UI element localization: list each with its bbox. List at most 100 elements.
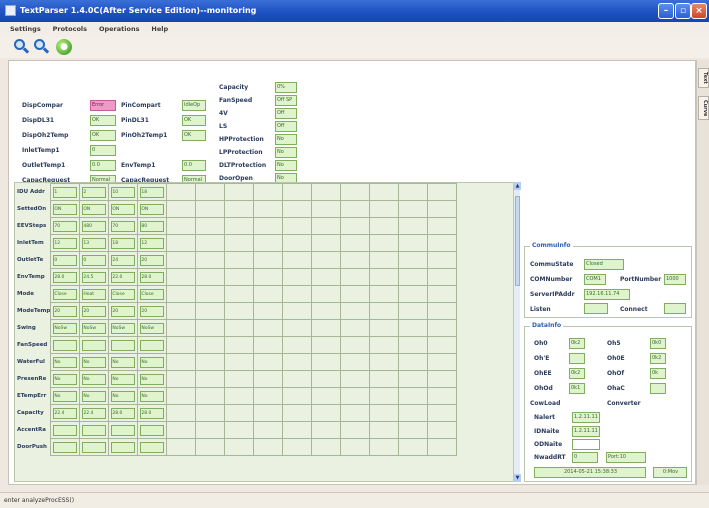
cell-value: No xyxy=(140,390,165,402)
listen-button[interactable] xyxy=(584,303,608,314)
cell-value: 0 xyxy=(82,254,107,266)
status-label: LPProtection xyxy=(219,149,263,156)
table-cell xyxy=(79,438,110,456)
cell-value: No xyxy=(82,373,107,385)
table-cell xyxy=(340,285,371,303)
cell-value: 28.0 xyxy=(53,271,78,283)
status-label: LS xyxy=(219,123,228,130)
cell-value: 2 xyxy=(82,186,107,198)
maximize-icon[interactable]: ▫ xyxy=(675,3,691,19)
grid-scrollbar[interactable]: ▲ ▼ xyxy=(513,182,521,482)
indoor-unit-grid: IDU Addr 1 2 10 18 SettedOn ON ON ON ON EEVSteps 70… xyxy=(14,182,514,482)
table-cell xyxy=(166,353,197,371)
table-cell: 20 xyxy=(137,302,168,320)
table-cell xyxy=(427,387,458,405)
menu-settings[interactable]: Settings xyxy=(10,22,41,36)
server-ip-field[interactable]: 192.16.11.74 xyxy=(584,289,630,300)
table-cell xyxy=(253,200,284,218)
go-icon[interactable]: ● xyxy=(56,39,72,55)
cell-value: 480 xyxy=(82,220,107,232)
table-cell xyxy=(79,421,110,439)
table-cell xyxy=(427,268,458,286)
menu-help[interactable]: Help xyxy=(151,22,168,36)
table-cell xyxy=(369,353,400,371)
table-cell xyxy=(166,183,197,201)
table-cell xyxy=(398,302,429,320)
table-cell: 0 xyxy=(50,251,81,269)
cell-value: 12 xyxy=(53,237,78,249)
status-label: PinOh2Temp1 xyxy=(121,132,168,139)
table-cell xyxy=(253,217,284,235)
mov-button[interactable]: 0:Mov xyxy=(653,467,687,478)
table-cell: ON xyxy=(108,200,139,218)
table-cell xyxy=(311,319,342,337)
table-cell xyxy=(369,336,400,354)
table-cell xyxy=(224,387,255,405)
table-cell xyxy=(195,319,226,337)
cell-value: 70 xyxy=(53,220,78,232)
table-cell xyxy=(282,353,313,371)
row-header: SettedOn xyxy=(15,200,51,218)
status-label: DispDL31 xyxy=(22,117,55,124)
cell-value xyxy=(82,339,107,351)
row-header: OutletTe xyxy=(15,251,51,269)
table-cell xyxy=(166,319,197,337)
table-row: FanSpeed xyxy=(15,336,458,354)
scroll-thumb[interactable] xyxy=(515,196,520,286)
table-cell xyxy=(427,200,458,218)
table-cell xyxy=(282,200,313,218)
cell-value: Heat xyxy=(82,288,107,300)
cell-value: 20 xyxy=(140,305,165,317)
zoom-out-icon[interactable] xyxy=(34,39,50,55)
table-cell xyxy=(282,370,313,388)
table-cell: No xyxy=(108,370,139,388)
close-icon[interactable]: × xyxy=(691,3,707,19)
odnaite-field xyxy=(572,439,600,450)
tab-curve[interactable]: Curve xyxy=(698,96,709,121)
scroll-down-icon[interactable]: ▼ xyxy=(514,474,521,482)
table-cell: No xyxy=(137,387,168,405)
status-label: EnvTemp1 xyxy=(121,162,156,169)
cell-value: No xyxy=(53,373,78,385)
table-cell xyxy=(253,183,284,201)
port-number-field[interactable]: 1000 xyxy=(664,274,686,285)
table-cell xyxy=(427,285,458,303)
row-header: WaterFul xyxy=(15,353,51,371)
table-cell xyxy=(340,268,371,286)
table-cell xyxy=(166,438,197,456)
cell-value: ON xyxy=(82,203,107,215)
table-cell: 80 xyxy=(137,217,168,235)
tab-text[interactable]: Text xyxy=(698,68,709,88)
table-cell xyxy=(253,404,284,422)
cell-value: NoSw xyxy=(140,322,165,334)
connect-label: Connect xyxy=(620,306,648,313)
table-cell xyxy=(427,404,458,422)
table-cell xyxy=(195,387,226,405)
nwaddr-field[interactable]: 0 xyxy=(572,452,598,463)
table-cell: 20 xyxy=(137,251,168,269)
table-cell xyxy=(398,438,429,456)
table-cell xyxy=(282,183,313,201)
status-label: 4V xyxy=(219,110,228,117)
table-row: SettedOn ON ON ON ON xyxy=(15,200,458,218)
table-cell xyxy=(398,336,429,354)
port-field[interactable]: Port:10 xyxy=(606,452,646,463)
cell-value: No xyxy=(82,390,107,402)
cell-value xyxy=(53,424,78,436)
cell-value xyxy=(140,424,165,436)
table-cell xyxy=(137,438,168,456)
status-field: 0 xyxy=(90,145,116,156)
table-row: WaterFul No No No No xyxy=(15,353,458,371)
table-cell: NoSw xyxy=(137,319,168,337)
status-label: FanSpeed xyxy=(219,97,253,104)
minimize-icon[interactable]: – xyxy=(658,3,674,19)
com-number-field[interactable]: COM1 xyxy=(584,274,606,285)
menu-protocols[interactable]: Protocols xyxy=(53,22,87,36)
connect-button[interactable] xyxy=(664,303,686,314)
cell-value: 28.0 xyxy=(111,407,136,419)
zoom-in-icon[interactable] xyxy=(14,39,30,55)
table-cell xyxy=(340,217,371,235)
cell-value: 0 xyxy=(53,254,78,266)
menu-operations[interactable]: Operations xyxy=(99,22,139,36)
scroll-up-icon[interactable]: ▲ xyxy=(514,182,521,190)
